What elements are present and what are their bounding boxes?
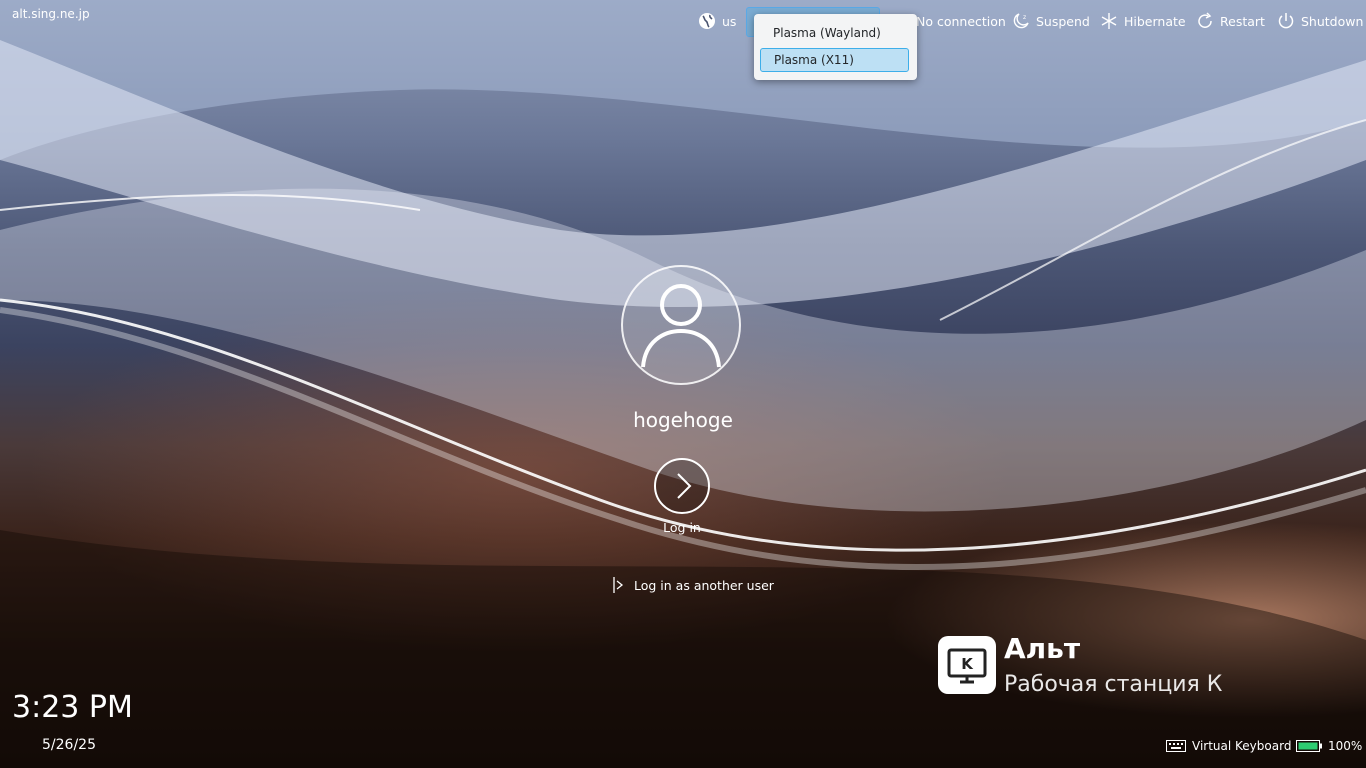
suspend-moon-icon: z bbox=[1012, 12, 1030, 30]
shutdown-button[interactable]: Shutdown bbox=[1277, 8, 1363, 34]
battery-icon bbox=[1296, 740, 1322, 752]
network-label: No connection bbox=[916, 13, 1006, 29]
session-option-x11[interactable]: Plasma (X11) bbox=[760, 48, 909, 72]
hibernate-button[interactable]: Hibernate bbox=[1100, 8, 1186, 34]
brand-subtitle: Рабочая станция К bbox=[1004, 672, 1223, 697]
user-avatar-icon[interactable] bbox=[621, 265, 741, 385]
keyboard-layout-label: us bbox=[722, 13, 737, 29]
power-icon bbox=[1277, 12, 1295, 30]
login-screen: alt.sing.ne.jp us No connection z Suspen… bbox=[0, 0, 1366, 768]
login-arrow-icon bbox=[613, 577, 624, 593]
username: hogehoge bbox=[633, 408, 733, 432]
battery-level: 100% bbox=[1328, 739, 1363, 753]
restart-icon bbox=[1196, 12, 1214, 30]
battery-status: 100% bbox=[1296, 738, 1362, 754]
hibernate-label: Hibernate bbox=[1124, 13, 1186, 29]
globe-icon bbox=[698, 12, 716, 30]
virtual-keyboard-label: Virtual Keyboard bbox=[1192, 739, 1292, 753]
session-menu: Plasma (Wayland) Plasma (X11) bbox=[754, 14, 917, 80]
svg-text:K: K bbox=[961, 655, 974, 673]
login-button[interactable] bbox=[654, 458, 710, 514]
suspend-label: Suspend bbox=[1036, 13, 1090, 29]
login-other-user-button[interactable]: Log in as another user bbox=[612, 576, 774, 594]
clock-date: 5/26/25 bbox=[42, 737, 96, 753]
chevron-right-icon bbox=[677, 473, 692, 499]
session-option-wayland[interactable]: Plasma (Wayland) bbox=[760, 21, 909, 45]
brand-name: Альт bbox=[1004, 632, 1081, 665]
svg-text:z: z bbox=[1023, 14, 1026, 21]
snowflake-icon bbox=[1100, 12, 1118, 30]
keyboard-icon bbox=[1166, 740, 1186, 752]
shutdown-label: Shutdown bbox=[1301, 13, 1364, 29]
virtual-keyboard-button[interactable]: Virtual Keyboard bbox=[1166, 738, 1291, 754]
clock-time: 3:23 PM bbox=[12, 690, 133, 725]
restart-label: Restart bbox=[1220, 13, 1265, 29]
login-other-user-label: Log in as another user bbox=[634, 577, 774, 593]
login-label: Log in bbox=[663, 520, 701, 535]
keyboard-layout-button[interactable]: us bbox=[698, 8, 736, 34]
hostname: alt.sing.ne.jp bbox=[12, 7, 90, 21]
brand-logo: K bbox=[938, 636, 996, 694]
restart-button[interactable]: Restart bbox=[1196, 8, 1265, 34]
suspend-button[interactable]: z Suspend bbox=[1012, 8, 1090, 34]
